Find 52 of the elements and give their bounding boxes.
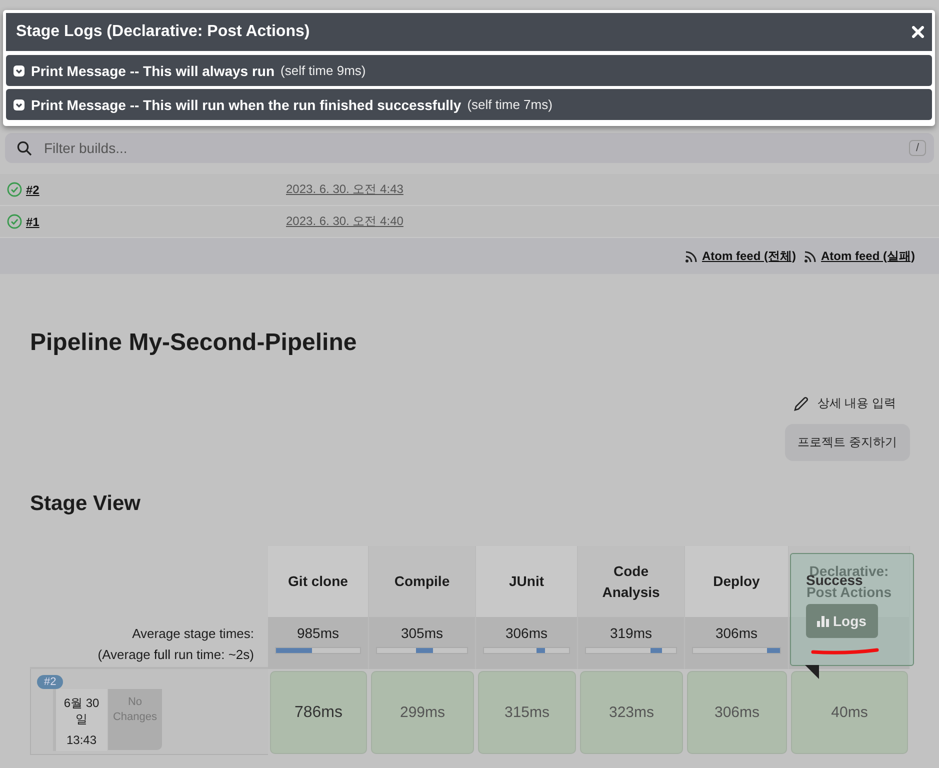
stage-duration-cell[interactable]: 315ms xyxy=(478,671,576,754)
average-time: 306ms xyxy=(505,625,548,641)
log-step-row[interactable]: Print Message -- This will always run (self time 9ms) xyxy=(6,55,932,86)
log-step-row[interactable]: Print Message -- This will run when the run finished successfully (self time 7ms) xyxy=(6,89,932,120)
build-time-link[interactable]: 2023. 6. 30. 오전 4:40 xyxy=(286,213,404,230)
success-icon xyxy=(7,214,22,229)
success-icon xyxy=(7,182,22,197)
stop-project-button[interactable]: 프로젝트 중지하기 xyxy=(784,424,910,461)
build-link[interactable]: #2 xyxy=(26,182,282,196)
average-time: 985ms xyxy=(296,625,340,641)
step-label: Print Message -- This will always run xyxy=(31,62,275,78)
average-label: Average stage times: xyxy=(131,625,254,643)
full-link[interactable]: full xyxy=(154,647,171,662)
underline-annotation xyxy=(811,647,879,655)
stage-duration-cell[interactable]: 306ms xyxy=(687,671,787,754)
rss-icon xyxy=(804,250,817,262)
shortcut-key: / xyxy=(908,140,926,156)
page-title: Pipeline My-Second-Pipeline xyxy=(30,329,358,357)
step-label: Print Message -- This will run when the run finished successfully xyxy=(31,96,462,112)
average-time: 305ms xyxy=(400,625,444,641)
average-time: 306ms xyxy=(715,625,758,641)
self-time: (self time 7ms) xyxy=(467,97,552,112)
rss-icon xyxy=(685,250,698,262)
average-time: 319ms xyxy=(610,625,652,641)
stage-header: JUnit xyxy=(476,546,578,617)
dialog-title: Stage Logs (Declarative: Post Actions) xyxy=(16,23,310,41)
filter-field[interactable]: Filter builds... / xyxy=(5,133,934,163)
atom-feed-link[interactable]: Atom feed (실패) xyxy=(821,248,915,264)
filter-input[interactable]: Filter builds... xyxy=(42,139,899,157)
bar-chart-icon xyxy=(817,615,829,627)
expand-icon xyxy=(13,98,25,110)
section-title: Stage View xyxy=(30,492,142,516)
self-time: (self time 9ms) xyxy=(280,63,366,78)
build-date: 6월 30일 xyxy=(62,695,100,727)
stage-duration-cell[interactable]: 299ms xyxy=(371,671,474,754)
build-time: 13:43 xyxy=(65,733,98,747)
stage-header: Deploy xyxy=(685,546,789,617)
atom-feed-link[interactable]: Atom feed (전체) xyxy=(702,248,796,264)
pencil-icon xyxy=(793,396,810,412)
build-link[interactable]: #1 xyxy=(26,214,282,228)
stage-header: Git clone xyxy=(268,546,369,617)
logs-button[interactable]: Logs xyxy=(806,604,878,638)
tooltip-pointer xyxy=(805,665,819,679)
close-icon[interactable] xyxy=(912,26,924,38)
average-run-time: (Average full run time: ~2s) xyxy=(96,646,254,664)
stage-duration-cell[interactable]: 40ms xyxy=(791,671,908,754)
stage-duration-cell[interactable]: 323ms xyxy=(580,671,683,754)
stage-duration-cell[interactable]: 786ms xyxy=(270,671,367,754)
edit-description-link[interactable]: 상세 내용 입력 xyxy=(817,395,896,412)
search-icon xyxy=(17,140,32,156)
expand-icon xyxy=(13,64,25,76)
build-time-link[interactable]: 2023. 6. 30. 오전 4:43 xyxy=(286,181,404,198)
